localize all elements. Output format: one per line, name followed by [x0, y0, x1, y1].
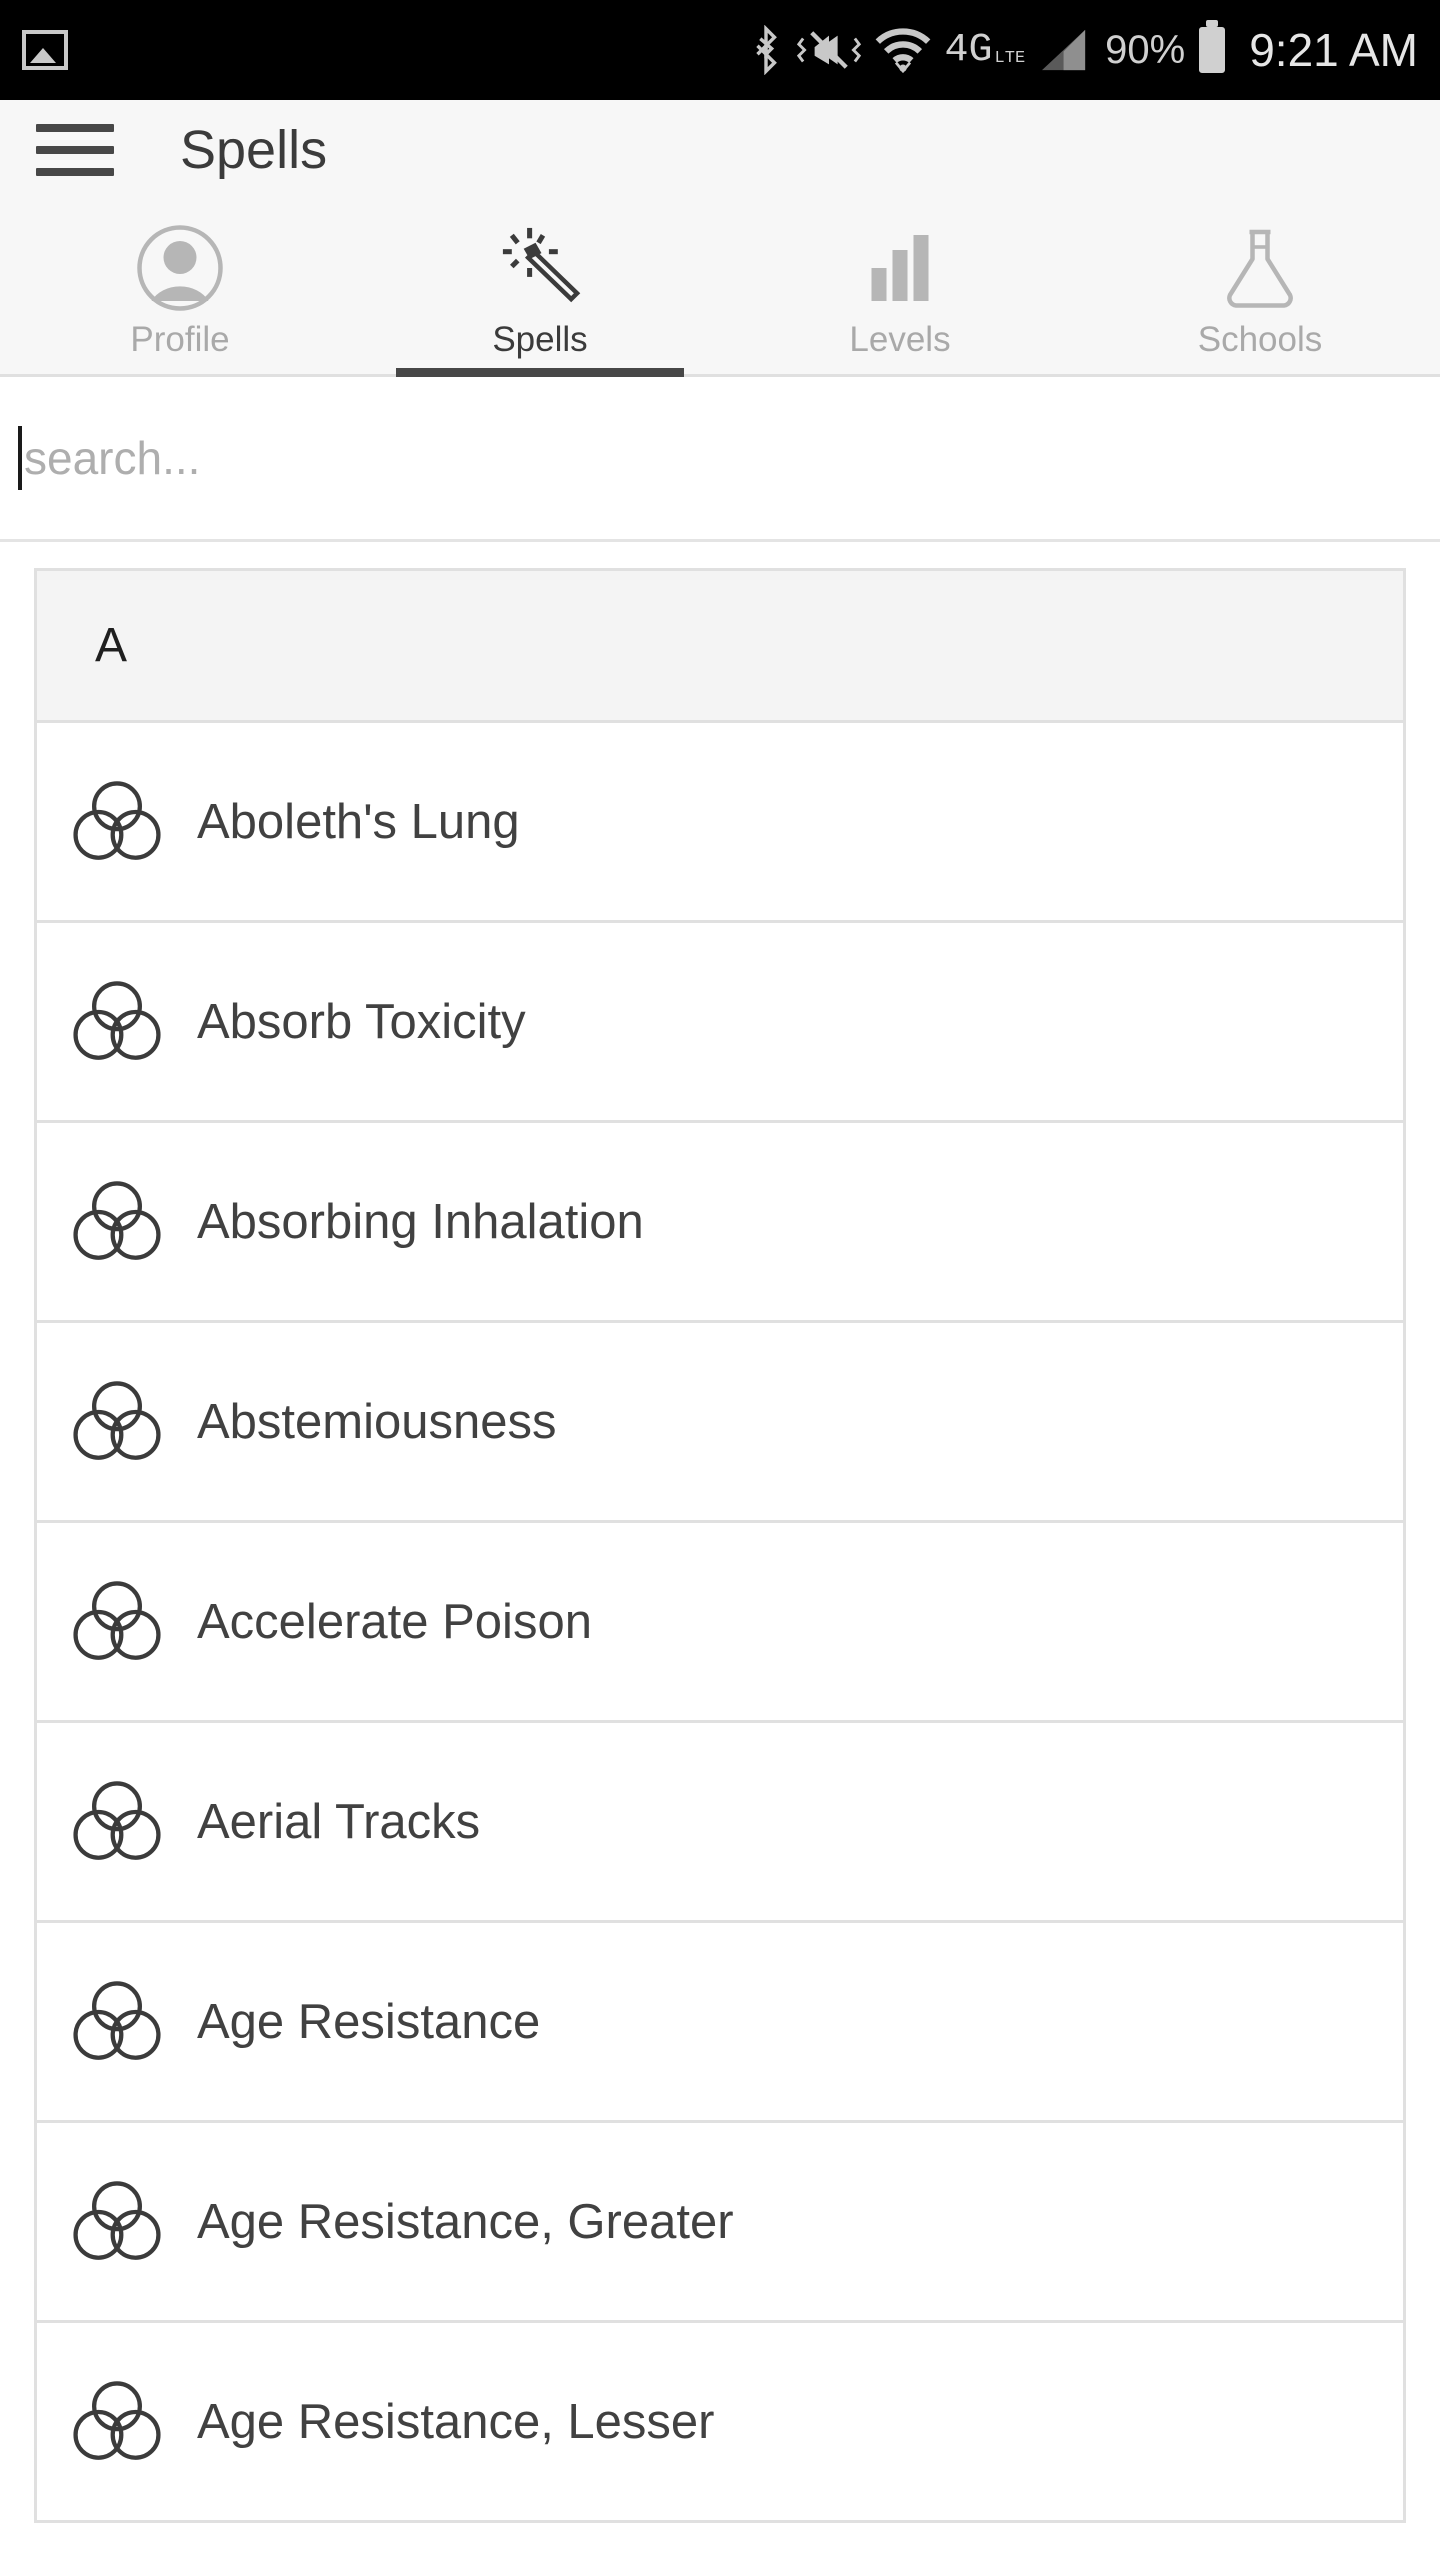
- magic-wand-icon: [494, 222, 586, 314]
- battery-percent-label: 90%: [1105, 27, 1186, 72]
- list-item[interactable]: Age Resistance, Greater: [34, 2123, 1406, 2323]
- list-item-label: Aboleth's Lung: [197, 794, 520, 849]
- tab-spells[interactable]: Spells: [360, 200, 720, 377]
- list-item-label: Aerial Tracks: [197, 1794, 481, 1849]
- list-item-label: Abstemiousness: [197, 1394, 557, 1449]
- search-placeholder: search...: [24, 432, 201, 484]
- list-item[interactable]: Accelerate Poison: [34, 1523, 1406, 1723]
- hamburger-menu-icon[interactable]: [36, 124, 114, 176]
- bar-chart-icon: [855, 222, 945, 314]
- cellular-signal-icon: [1039, 27, 1091, 73]
- status-bar-clock: 9:21 AM: [1249, 24, 1418, 76]
- profile-avatar-icon: [135, 222, 225, 314]
- section-letter: A: [95, 619, 128, 672]
- tab-schools[interactable]: Schools: [1080, 200, 1440, 374]
- wifi-icon: [875, 27, 931, 73]
- list-item-label: Age Resistance, Lesser: [197, 2394, 715, 2449]
- list-item[interactable]: Aerial Tracks: [34, 1723, 1406, 1923]
- spell-list: A Aboleth's Lung Absorb Toxicity Absorbi…: [0, 542, 1440, 2523]
- status-bar: 4G LTE 90% 9:21 AM: [0, 0, 1440, 100]
- section-header-a: A: [34, 568, 1406, 723]
- battery-icon: [1199, 27, 1226, 73]
- network-type-sub-label: LTE: [994, 49, 1026, 69]
- list-item[interactable]: Absorb Toxicity: [34, 923, 1406, 1123]
- list-item[interactable]: Age Resistance: [34, 1923, 1406, 2123]
- three-circles-icon: [37, 1172, 197, 1272]
- tab-schools-label: Schools: [1197, 320, 1323, 359]
- tab-levels[interactable]: Levels: [720, 200, 1080, 374]
- vibrate-off-icon: [796, 27, 861, 73]
- tab-profile-label: Profile: [130, 320, 230, 359]
- three-circles-icon: [37, 1972, 197, 2072]
- network-type-label: 4G: [944, 27, 993, 73]
- list-item-label: Absorb Toxicity: [197, 994, 526, 1049]
- list-item[interactable]: Abstemiousness: [34, 1323, 1406, 1523]
- three-circles-icon: [37, 1372, 197, 1472]
- tab-profile[interactable]: Profile: [0, 200, 360, 374]
- hamburger-bar: [36, 146, 114, 154]
- tab-bar: Profile Spells Levels Schools: [0, 200, 1440, 377]
- hamburger-bar: [36, 124, 114, 132]
- three-circles-icon: [37, 1572, 197, 1672]
- list-item[interactable]: Aboleth's Lung: [34, 723, 1406, 923]
- list-item[interactable]: Absorbing Inhalation: [34, 1123, 1406, 1323]
- list-item-label: Age Resistance: [197, 1994, 541, 2049]
- text-caret: [18, 426, 22, 490]
- bluetooth-icon: [749, 25, 783, 75]
- network-type-icon: 4G LTE: [945, 28, 1026, 73]
- list-item-label: Age Resistance, Greater: [197, 2194, 734, 2249]
- three-circles-icon: [37, 772, 197, 872]
- tab-levels-label: Levels: [849, 320, 951, 359]
- gallery-icon: [22, 30, 68, 70]
- hamburger-bar: [36, 168, 114, 176]
- three-circles-icon: [37, 2172, 197, 2272]
- flask-icon: [1215, 222, 1305, 314]
- list-item-label: Accelerate Poison: [197, 1594, 592, 1649]
- active-tab-indicator: [396, 368, 684, 377]
- list-item-label: Absorbing Inhalation: [197, 1194, 644, 1249]
- three-circles-icon: [37, 1772, 197, 1872]
- status-bar-right: 4G LTE 90% 9:21 AM: [749, 23, 1418, 77]
- status-bar-left: [22, 30, 749, 70]
- tab-spells-label: Spells: [492, 320, 588, 359]
- app-bar: Spells: [0, 100, 1440, 200]
- search-bar: search...: [0, 377, 1440, 542]
- three-circles-icon: [37, 2372, 197, 2472]
- list-item[interactable]: Age Resistance, Lesser: [34, 2323, 1406, 2523]
- page-title: Spells: [180, 120, 328, 180]
- search-input[interactable]: search...: [0, 426, 1440, 490]
- three-circles-icon: [37, 972, 197, 1072]
